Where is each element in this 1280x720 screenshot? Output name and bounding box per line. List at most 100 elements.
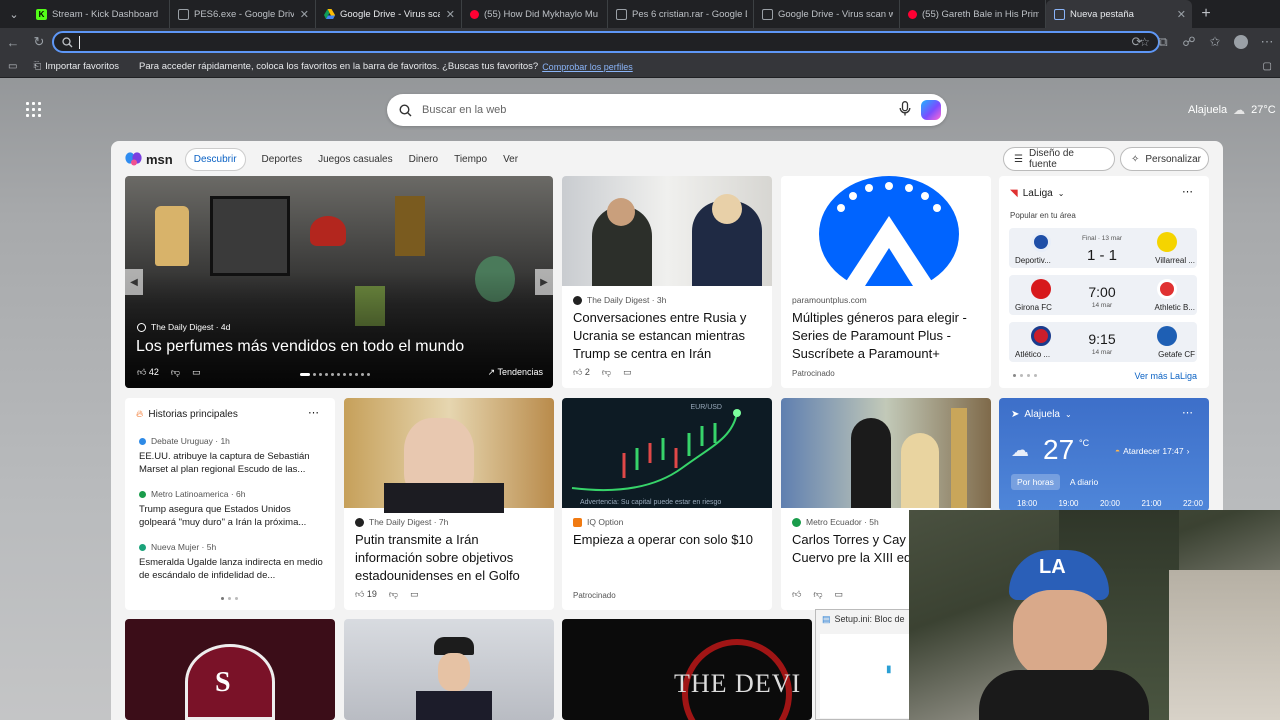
profile-avatar[interactable]	[1228, 29, 1254, 55]
notepad-window[interactable]: ▤ Setup.ini: Bloc de ▮	[815, 609, 915, 720]
web-search-box[interactable]: Buscar en la web	[387, 94, 947, 126]
tab-kick-dashboard[interactable]: K Stream - Kick Dashboard	[28, 0, 170, 28]
see-more-laliga-link[interactable]: Ver más LaLiga	[1134, 371, 1197, 381]
more-options-icon[interactable]: ⋯	[308, 406, 319, 419]
weather-card[interactable]: ➤ Alajuela ⌄ ⋯ ☁ 27 °C ◓ Atardecer 17:47…	[999, 398, 1209, 511]
copilot-icon[interactable]	[921, 100, 941, 120]
news-card-russia-ukraine[interactable]: The Daily Digest · 3h Conversaciones ent…	[562, 176, 772, 388]
import-favorites-button[interactable]: ⎗ Importar favoritos	[33, 61, 119, 72]
trending-label[interactable]: ↗ Tendencias	[488, 367, 543, 378]
ad-card-iq-option[interactable]: EUR/USD Advertencia: Su capital puede es…	[562, 398, 772, 610]
ad-card-paramount[interactable]: paramountplus.com Múltiples géneros para…	[781, 176, 991, 388]
nav-money[interactable]: Dinero	[409, 154, 438, 165]
check-profiles-link[interactable]: Comprobar los perfiles	[542, 62, 633, 72]
comment-icon[interactable]: ▭	[835, 589, 844, 600]
hero-card[interactable]: ◀ ▶ The Daily Digest · 4d Los perfumes m…	[125, 176, 553, 388]
tab-drive-virus-scan[interactable]: Google Drive - Virus scan w ✕	[316, 0, 462, 28]
cloudy-windy-icon: ☁	[1011, 440, 1029, 460]
personalize-button[interactable]: ✧ Personalizar	[1120, 147, 1209, 171]
address-input[interactable]	[86, 36, 1126, 48]
story-item[interactable]: Debate Uruguay · 1h EE.UU. atribuye la c…	[139, 436, 329, 476]
reading-list-icon[interactable]: ▭	[8, 61, 17, 72]
nav-sports[interactable]: Deportes	[262, 154, 303, 165]
like-button[interactable]: 👍︎ 42	[137, 367, 159, 378]
tab-youtube-bale[interactable]: (55) Gareth Bale in His Prime	[900, 0, 1046, 28]
card-source-text: The Daily Digest · 3h	[587, 295, 667, 305]
tab-new-tab[interactable]: Nueva pestaña ✕	[1046, 0, 1192, 28]
refresh-extension-icon[interactable]: ⟳	[1124, 29, 1150, 55]
notepad-body[interactable]	[820, 634, 912, 718]
tab-drive-virus-scan-2[interactable]: Google Drive - Virus scan w	[754, 0, 900, 28]
tab-search-chevron-icon[interactable]: ⌄	[0, 0, 28, 28]
nav-discover[interactable]: Descubrir	[184, 147, 246, 171]
apps-grid-icon[interactable]	[26, 102, 41, 117]
match-row[interactable]: Deportiv... Final · 13 mar 1 - 1 Villarr…	[1009, 228, 1197, 268]
sidebar-icon[interactable]: ☍	[1176, 29, 1202, 55]
google-drive-icon	[178, 8, 189, 20]
dislike-icon[interactable]: 👎︎	[389, 589, 398, 600]
carousel-prev-icon[interactable]: ◀	[125, 269, 143, 295]
reload-icon[interactable]: ↻	[26, 29, 52, 55]
pager-dots[interactable]	[221, 597, 238, 600]
tab-pes6-drive[interactable]: PES6.exe - Google Drive ✕	[170, 0, 316, 28]
nav-watch[interactable]: Ver	[503, 154, 518, 165]
story-source-text: Nueva Mujer · 5h	[151, 542, 217, 552]
hero-source-text: The Daily Digest · 4d	[151, 322, 231, 332]
comment-icon[interactable]: ▭	[410, 589, 419, 600]
like-button[interactable]: 👍︎ 19	[355, 589, 377, 600]
tab-pes6-rar[interactable]: Pes 6 cristian.rar - Google D	[608, 0, 754, 28]
card-headline: Conversaciones entre Rusia y Ucrania se …	[573, 310, 747, 361]
news-card-pilot[interactable]	[344, 619, 554, 720]
card-image	[562, 176, 772, 286]
comment-icon[interactable]: ▭	[623, 367, 632, 378]
news-card-putin[interactable]: The Daily Digest · 7h Putin transmite a …	[344, 398, 554, 610]
new-tab-plus-icon[interactable]: +	[1192, 0, 1220, 28]
favorites-icon[interactable]: ✩	[1202, 29, 1228, 55]
msn-logo[interactable]: msn	[125, 152, 173, 167]
like-icon[interactable]: 👍︎	[792, 589, 801, 600]
dislike-icon[interactable]: 👎︎	[171, 367, 180, 378]
nav-weather[interactable]: Tiempo	[454, 154, 487, 165]
match-row[interactable]: Atlético ... 9:15 14 mar Getafe CF	[1009, 322, 1197, 362]
nav-casual-games[interactable]: Juegos casuales	[318, 154, 393, 165]
more-options-icon[interactable]: ⋯	[1182, 406, 1193, 419]
cursor-icon: ▮	[886, 664, 892, 675]
pager-dots[interactable]	[1013, 374, 1037, 377]
story-item[interactable]: Metro Latinoamerica · 6h Trump asegura q…	[139, 489, 329, 529]
like-button[interactable]: 👍︎ 2	[573, 367, 590, 378]
laliga-header[interactable]: ◥ LaLiga ⌄	[1010, 188, 1064, 199]
tab-title: PES6.exe - Google Drive	[194, 8, 294, 20]
dislike-icon[interactable]: 👎︎	[602, 367, 611, 378]
news-card-the-devil[interactable]: THE DEVI	[562, 619, 812, 720]
close-tab-icon[interactable]: ✕	[1177, 8, 1186, 21]
tab-daily[interactable]: A diario	[1064, 474, 1104, 490]
top-weather-widget[interactable]: Alajuela ☁ 27°C	[1188, 103, 1276, 117]
weather-unit: °C	[1079, 438, 1090, 448]
match-row[interactable]: Girona FC 7:00 14 mar Athletic B...	[1009, 275, 1197, 315]
extensions-icon[interactable]: ⧉	[1150, 29, 1176, 55]
comment-icon[interactable]: ▭	[192, 367, 201, 378]
story-item[interactable]: Nueva Mujer · 5h Esmeralda Ugalde lanza …	[139, 542, 329, 582]
import-icon: ⎗	[33, 61, 42, 72]
tab-youtube-mykhaylo[interactable]: (55) How Did Mykhaylo Mu	[462, 0, 608, 28]
menu-dots-icon[interactable]: ⋯	[1254, 29, 1280, 55]
back-arrow-icon[interactable]: ←	[0, 29, 26, 55]
away-team: Villarreal ...	[1155, 256, 1195, 265]
other-favorites-folder-icon[interactable]: ▢	[1263, 61, 1272, 72]
carousel-next-icon[interactable]: ▶	[535, 269, 553, 295]
news-card-saprissa[interactable]: S	[125, 619, 335, 720]
tab-hourly[interactable]: Por horas	[1011, 474, 1060, 490]
close-tab-icon[interactable]: ✕	[446, 8, 455, 21]
sunset-icon: ◓	[1115, 446, 1121, 456]
kick-icon: K	[36, 8, 47, 20]
carousel-dots[interactable]	[300, 373, 370, 376]
close-tab-icon[interactable]: ✕	[300, 8, 309, 21]
more-options-icon[interactable]: ⋯	[1182, 185, 1193, 198]
search-placeholder: Buscar en la web	[422, 104, 507, 116]
cloudy-icon: ☁	[1233, 103, 1246, 117]
microphone-icon[interactable]	[899, 101, 911, 119]
weather-header[interactable]: ➤ Alajuela ⌄	[1011, 409, 1072, 420]
dislike-icon[interactable]: 👎︎	[813, 589, 822, 600]
font-design-button[interactable]: ☰ Diseño de fuente	[1003, 147, 1115, 171]
address-bar[interactable]: ☆	[52, 31, 1160, 53]
